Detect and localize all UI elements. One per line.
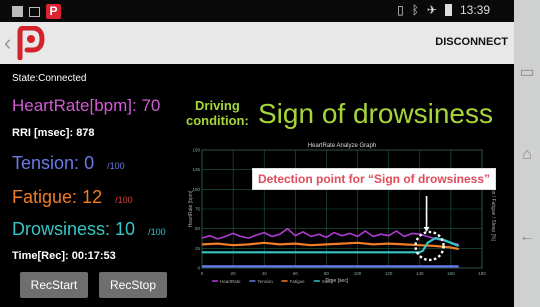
fatigue-readout: Fatigue: 12 /100	[12, 187, 133, 208]
x-tick-label: 20	[231, 271, 237, 276]
vibrate-icon: ▯	[397, 3, 404, 17]
driving-condition-value: Sign of drowsiness	[258, 98, 494, 129]
legend-item: Fatigue	[290, 279, 306, 284]
drowsiness-value: 10	[115, 219, 136, 239]
record-time-label: Time[Rec]:	[12, 250, 69, 262]
tension-readout: Tension: 0 /100	[12, 153, 125, 174]
airplane-icon: ✈	[426, 3, 437, 17]
x-tick-label: 120	[385, 271, 393, 276]
chart-title: HeartRate Analyze Graph	[308, 143, 376, 149]
y-tick-label: 25	[195, 246, 201, 251]
phone-screen: P ▯ ᛒ ✈ 13:39 ‹ DISCONNECT State:Connect…	[0, 0, 514, 307]
y-tick-label: 75	[195, 207, 201, 212]
x-tick-label: 0	[201, 271, 204, 276]
heart-rate-value: 70	[141, 96, 161, 115]
app-notification-icon: P	[46, 4, 61, 19]
back-arrow-icon[interactable]: ←	[518, 228, 536, 246]
driving-condition-label: Driving condition:	[186, 98, 249, 128]
y-tick-label: 125	[192, 167, 200, 172]
rec-start-button[interactable]: RecStart	[20, 272, 88, 298]
condition-label-line2: condition:	[186, 113, 249, 128]
notification-square-icon	[12, 6, 23, 17]
back-chevron-icon[interactable]: ‹	[4, 30, 11, 56]
legend-item: Tension	[257, 279, 273, 284]
heart-rate-analyze-graph: 0 20 40 60 80 100 120 140 160 1800255075100125150…	[188, 143, 496, 284]
heart-rate-label: HeartRate[bpm]:	[12, 96, 137, 115]
record-time: Time[Rec]: 00:17:53	[12, 250, 116, 262]
home-icon[interactable]: ⌂	[518, 146, 536, 164]
x-tick-label: 60	[293, 271, 299, 276]
heart-rate-readout: HeartRate[bpm]: 70	[12, 96, 160, 116]
x-tick-label: 160	[447, 271, 455, 276]
status-time: 13:39	[459, 3, 490, 17]
y-tick-label: 0	[197, 266, 200, 271]
tension-max: /100	[107, 161, 125, 171]
x-tick-label: 140	[416, 271, 424, 276]
x-tick-label: 80	[324, 271, 330, 276]
tension-value: 0	[84, 153, 95, 173]
y-tick-label: 50	[195, 226, 201, 231]
legend-item: Sleep	[322, 279, 334, 284]
status-bar: P ▯ ᛒ ✈ 13:39	[0, 0, 514, 22]
fatigue-label: Fatigue:	[12, 187, 78, 207]
drowsiness-max: /100	[148, 227, 166, 237]
rec-stop-button[interactable]: RecStop	[99, 272, 167, 298]
action-bar: ‹ DISCONNECT	[0, 22, 514, 64]
rri-readout: RRI [msec]: 878	[12, 127, 95, 139]
x-tick-label: 100	[354, 271, 362, 276]
legend-item: HeartRate	[220, 279, 241, 284]
connection-state: State:Connected	[12, 73, 87, 84]
detection-callout: Detection point for “Sign of drowsiness”	[252, 168, 497, 190]
battery-icon	[444, 4, 452, 16]
rri-label: RRI [msec]:	[12, 127, 74, 139]
condition-label-line1: Driving	[195, 98, 240, 113]
x-tick-label: 40	[262, 271, 268, 276]
fatigue-value: 12	[82, 187, 103, 207]
app-logo	[17, 26, 45, 60]
x-tick-label: 180	[478, 271, 486, 276]
drowsiness-label: Drowsiness:	[12, 219, 111, 239]
drowsiness-readout: Drowsiness: 10 /100	[12, 219, 166, 240]
side-navigation-strip: ▭ ⌂ ←	[514, 0, 540, 307]
tension-label: Tension:	[12, 153, 80, 173]
y-tick-label: 150	[192, 148, 200, 153]
recent-apps-icon[interactable]: ▭	[518, 64, 536, 82]
disconnect-button[interactable]: DISCONNECT	[435, 36, 508, 48]
fatigue-max: /100	[115, 195, 133, 205]
rri-value: 878	[76, 127, 95, 139]
y-axis-label: HeartRate [bpm]	[188, 190, 194, 227]
bluetooth-icon: ᛒ	[411, 3, 419, 17]
image-notification-icon	[29, 6, 40, 17]
record-time-value: 00:17:53	[71, 250, 116, 262]
